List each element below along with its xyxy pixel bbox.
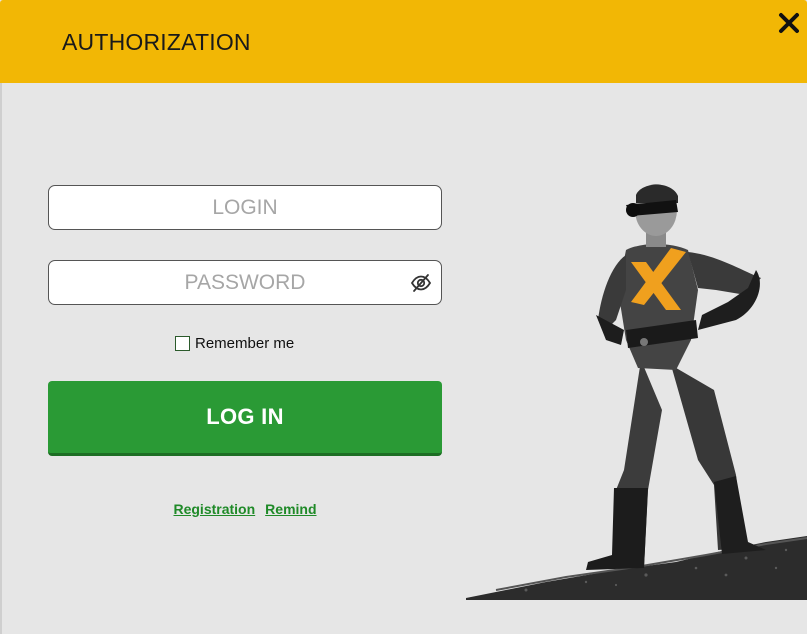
password-input[interactable] (49, 261, 441, 304)
auth-links: Registration Remind (0, 501, 490, 517)
left-edge-divider (0, 83, 2, 634)
close-button[interactable] (776, 10, 802, 36)
password-visibility-toggle[interactable] (410, 272, 432, 294)
login-button-label: LOG IN (206, 404, 284, 429)
login-input[interactable] (49, 186, 441, 229)
dialog-title: AUTHORIZATION (62, 29, 251, 55)
eye-slash-icon (410, 274, 432, 292)
checkbox-box[interactable] (175, 335, 190, 351)
remember-me-checkbox[interactable]: Remember me (175, 334, 294, 352)
login-field (48, 185, 442, 230)
login-button[interactable]: LOG IN (48, 381, 442, 456)
password-field (48, 260, 442, 305)
registration-link[interactable]: Registration (173, 501, 255, 517)
dialog-header: AUTHORIZATION (0, 0, 807, 83)
remind-link[interactable]: Remind (265, 501, 316, 517)
remember-me-label: Remember me (195, 334, 295, 352)
close-icon (779, 13, 799, 33)
superhero-illustration (466, 184, 807, 600)
